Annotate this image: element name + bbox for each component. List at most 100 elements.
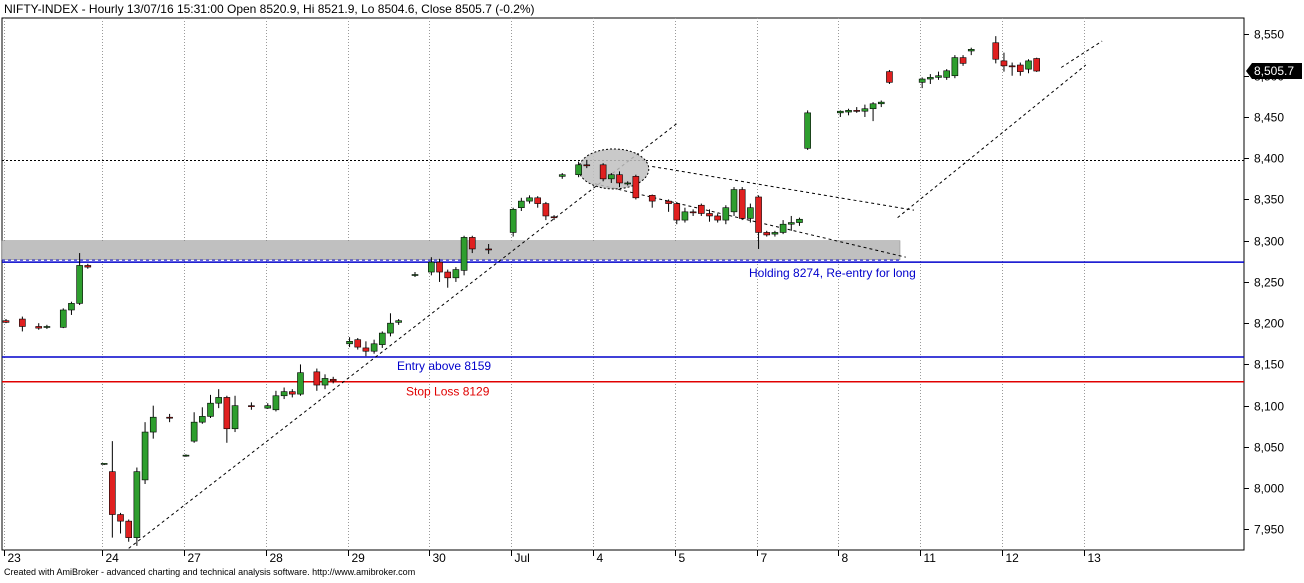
candle-body-down (444, 271, 452, 279)
candle-body-up (272, 395, 280, 411)
candle-body-up (722, 207, 730, 221)
candle-body-up (1025, 60, 1032, 70)
candle-body-down (992, 42, 1000, 60)
x-tick-label: 5 (679, 551, 686, 565)
y-tick-label: 8,400 (1254, 152, 1284, 166)
support-zone (1, 240, 901, 260)
candle-body-down (248, 405, 255, 407)
candle-body-up (951, 57, 959, 77)
x-tick-label: 28 (270, 551, 284, 565)
candle-body-down (288, 391, 296, 395)
candle-body-up (861, 108, 869, 112)
y-tick-label: 8,000 (1254, 482, 1284, 496)
candle (951, 55, 959, 79)
candle-body-up (280, 391, 288, 397)
x-tick-label: 4 (597, 551, 604, 565)
x-tick-label: 29 (352, 551, 366, 565)
candle-body-up (207, 402, 214, 417)
last-price-badge: 8,505.7 (1246, 63, 1302, 80)
candle-body-down (109, 471, 116, 515)
candle-body-up (837, 110, 844, 114)
candle-body-up (747, 207, 754, 219)
candle-body-down (19, 318, 26, 327)
chart-footer: Created with AmiBroker - advanced charti… (4, 567, 415, 577)
candle-body-down (542, 203, 550, 217)
candle-body-up (141, 431, 149, 481)
candle-body-up (787, 222, 795, 225)
candle-body-up (68, 303, 75, 311)
candle-body-up (215, 397, 222, 404)
candle-body-down (583, 164, 591, 167)
candle-body-up (100, 463, 108, 465)
candle-body-up (264, 405, 272, 409)
candle-body-down (485, 248, 492, 251)
candle-body-down (468, 237, 476, 250)
candle-body-down (1033, 58, 1040, 72)
y-tick-label: 7,950 (1254, 523, 1284, 537)
candle-body-down (632, 176, 640, 199)
candle-body-up (624, 182, 631, 185)
y-tick-label: 8,250 (1254, 276, 1284, 290)
candle-body-up (460, 237, 468, 271)
candle-body-up (918, 78, 926, 83)
candle-body-down (329, 378, 337, 382)
holding-label: Holding 8274, Re-entry for long (749, 266, 916, 280)
candle-body-up (43, 326, 51, 328)
candle-body-up (428, 261, 435, 273)
x-tick-label: 8 (842, 551, 849, 565)
candle-body-up (608, 174, 615, 180)
candle (738, 187, 746, 221)
candle (886, 69, 893, 84)
x-tick-label: 11 (924, 551, 937, 565)
candle-body-down (223, 397, 231, 430)
candle-body-down (1008, 65, 1016, 68)
candle-body-down (166, 416, 173, 419)
candle-body-up (771, 232, 779, 235)
candle-body-down (534, 197, 542, 204)
candle-body-down (550, 216, 558, 219)
candle-body-up (935, 75, 942, 78)
chart-background (0, 0, 1304, 578)
candle-body-up (869, 103, 877, 110)
x-tick-label: 30 (433, 551, 447, 565)
candle-body-up (575, 164, 582, 176)
candle-body-up (149, 416, 157, 433)
candle-body-up (967, 49, 975, 52)
candle-body-down (117, 514, 124, 522)
candle-body-down (599, 164, 607, 180)
candle (599, 163, 607, 182)
zone-layer (1, 240, 901, 260)
candle-body-up (133, 471, 141, 538)
candle (730, 187, 738, 216)
candle-body-up (927, 77, 934, 80)
chart-container: Holding 8274, Re-entry for long Entry abo… (0, 0, 1304, 578)
candle-body-up (199, 416, 206, 423)
candle-body-up (346, 341, 353, 345)
candle-body-up (297, 372, 304, 395)
candle-body-down (755, 196, 762, 233)
candle (509, 207, 517, 237)
candle-body-down (1000, 60, 1008, 67)
candle-body-down (763, 232, 771, 236)
x-tick-label: Jul (515, 551, 530, 565)
y-tick-label: 8,150 (1254, 358, 1284, 372)
candle-body-down (959, 57, 967, 64)
candle-body-up (518, 200, 525, 209)
y-tick-label: 8,050 (1254, 441, 1284, 455)
candle-body-up (509, 209, 517, 233)
candle (1033, 57, 1040, 72)
candle-body-down (689, 211, 697, 214)
candle-body-down (1017, 64, 1024, 72)
candle-body-down (313, 371, 321, 386)
candle-body-up (681, 211, 689, 221)
candle-body-up (526, 197, 533, 202)
candle-body-up (59, 309, 67, 328)
candle-body-down (714, 215, 721, 221)
candle-body-up (370, 343, 378, 352)
candle-body-up (558, 174, 566, 177)
candle-body-up (779, 223, 787, 233)
chart-title: NIFTY-INDEX - Hourly 13/07/16 15:31:00 O… (4, 2, 535, 16)
candle-body-up (395, 320, 402, 323)
candle-body-up (804, 112, 811, 149)
y-tick-label: 8,300 (1254, 235, 1284, 249)
